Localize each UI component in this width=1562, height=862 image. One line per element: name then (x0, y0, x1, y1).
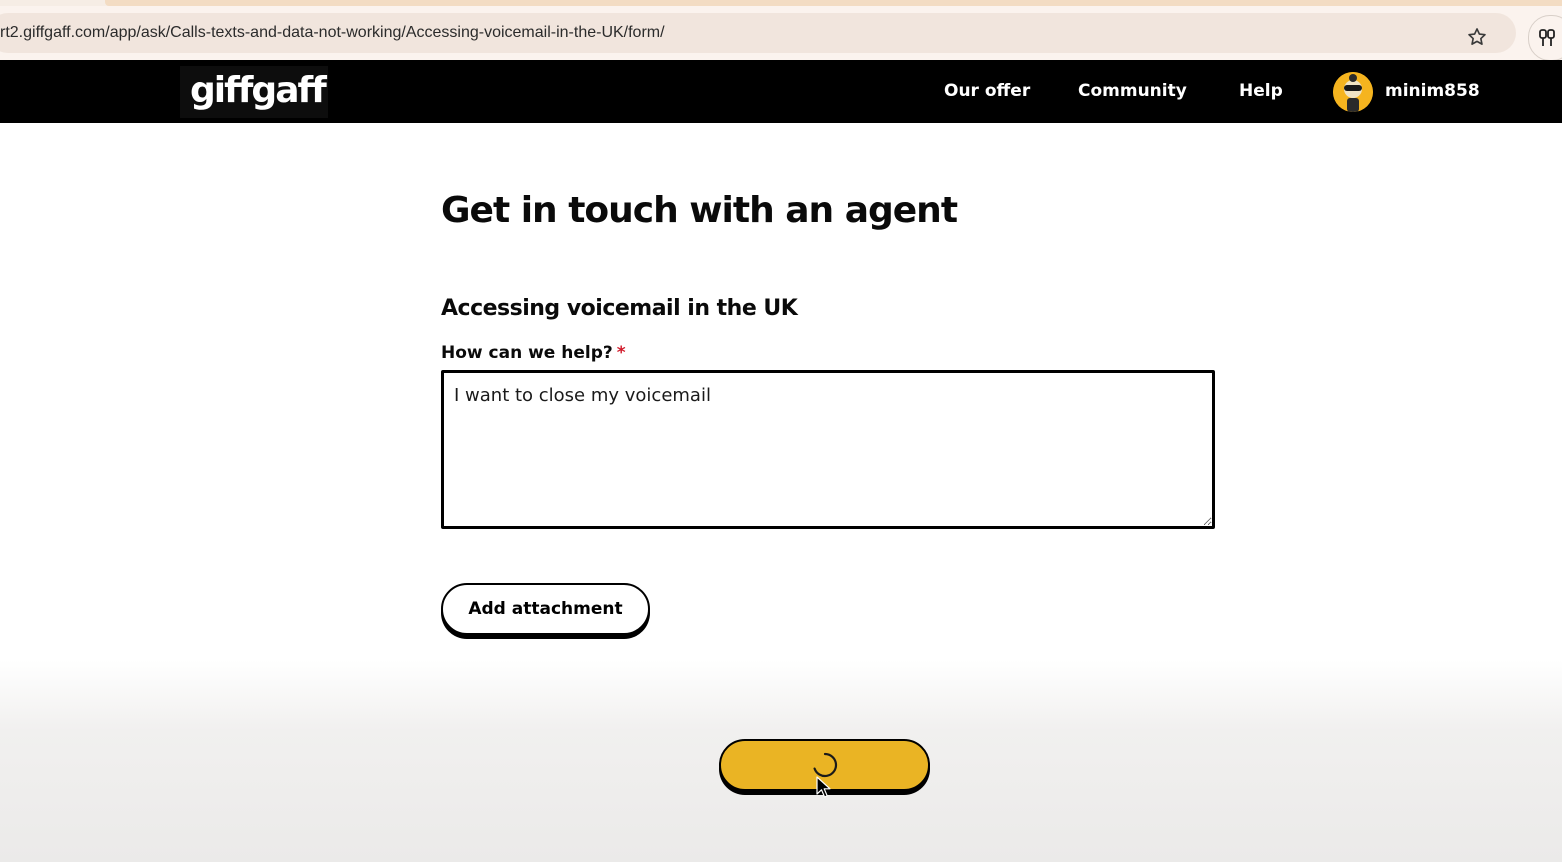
browser-toolbar: rt2.giffgaff.com/app/ask/Calls-texts-and… (0, 6, 1562, 61)
extension-icon[interactable] (1528, 15, 1562, 61)
page-title: Get in touch with an agent (441, 190, 958, 231)
star-icon[interactable] (1466, 26, 1488, 48)
section-title: Accessing voicemail in the UK (441, 296, 798, 321)
nav-our-offer[interactable]: Our offer (944, 60, 1030, 123)
nav-community[interactable]: Community (1078, 60, 1187, 123)
user-avatar (1333, 72, 1373, 112)
logo[interactable]: giffgaff (180, 66, 328, 118)
nav-help[interactable]: Help (1239, 60, 1283, 123)
add-attachment-button[interactable]: Add attachment (441, 583, 650, 635)
help-textarea[interactable]: I want to close my voicemail (441, 370, 1215, 529)
spinner-icon (812, 752, 838, 778)
help-field-label-text: How can we help? (441, 343, 613, 363)
site-header: giffgaff Our offer Community Help minim8… (0, 60, 1562, 123)
required-indicator: * (616, 343, 626, 363)
help-field-label: How can we help? * (441, 343, 626, 363)
address-bar[interactable]: rt2.giffgaff.com/app/ask/Calls-texts-and… (0, 13, 1516, 53)
logo-text: giffgaff (190, 70, 327, 111)
url-text[interactable]: rt2.giffgaff.com/app/ask/Calls-texts-and… (0, 13, 665, 53)
username: minim858 (1385, 81, 1480, 101)
mouse-pointer-icon (816, 776, 832, 800)
